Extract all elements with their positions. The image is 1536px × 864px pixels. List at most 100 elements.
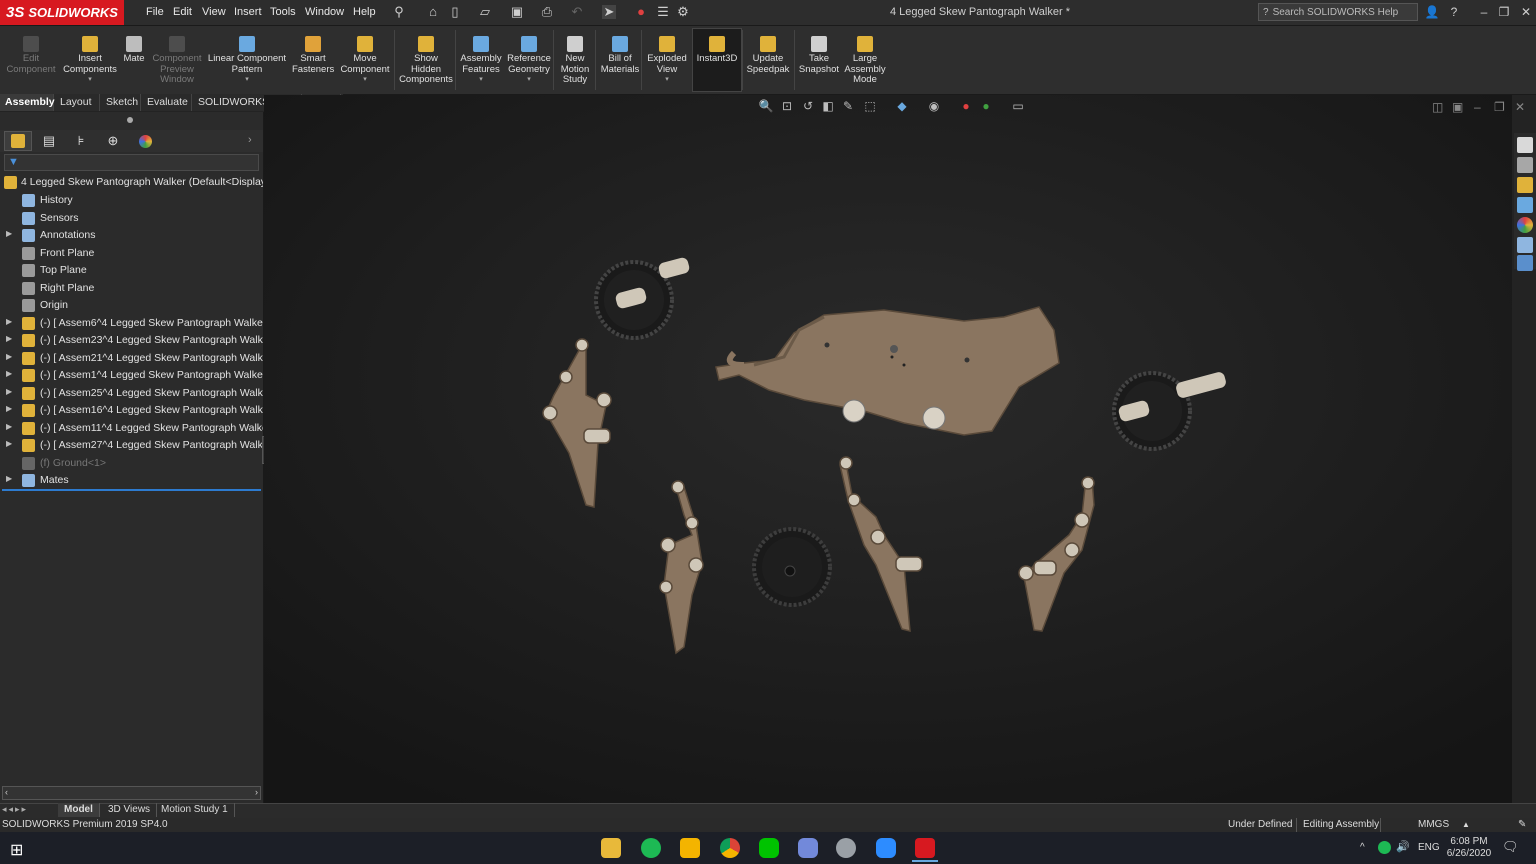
units-dropdown-icon[interactable]: ▲ [1462, 818, 1470, 832]
appearances-icon[interactable] [1517, 217, 1533, 233]
tree-item[interactable]: ▶ Annotations [0, 227, 263, 244]
options-gear-icon[interactable]: ⚙ [676, 5, 690, 19]
configuration-manager-tab[interactable]: ⊧ [67, 131, 95, 151]
clock[interactable]: 6:08 PM 6/26/2020 [1446, 836, 1492, 860]
tree-item[interactable]: Top Plane [0, 262, 263, 279]
home-icon[interactable]: ⌂ [426, 5, 440, 19]
file-explorer-icon[interactable] [1517, 177, 1533, 193]
exploded-view-button[interactable]: Exploded View ▾ [644, 28, 690, 86]
zoom-to-fit-icon[interactable]: 🔍 [758, 99, 774, 113]
file-explorer-taskbar-icon[interactable] [601, 838, 621, 858]
tree-item[interactable]: ▶ (-) [ Assem21^4 Legged Skew Pantograph … [0, 350, 263, 367]
tree-item[interactable]: ▶ (-) [ Assem11^4 Legged Skew Pantograph … [0, 420, 263, 437]
expand-arrow-icon[interactable]: ▶ [6, 317, 12, 326]
tree-horizontal-scrollbar[interactable]: ‹ › [2, 786, 261, 800]
language-indicator[interactable]: ENG [1418, 842, 1440, 853]
expand-arrow-icon[interactable]: ▶ [6, 352, 12, 361]
viewport-split-icon[interactable]: ◫ [1432, 100, 1443, 114]
panel-expand-chevron-icon[interactable]: › [248, 134, 252, 146]
new-motion-study-button[interactable]: New Motion Study [556, 28, 594, 86]
bottom-tab-3d-views[interactable]: 3D Views [102, 803, 158, 817]
minimize-icon[interactable]: – [1476, 5, 1492, 19]
bottom-tab-model[interactable]: Model [58, 803, 100, 817]
viewport-close-icon[interactable]: ✕ [1515, 100, 1525, 114]
expand-arrow-icon[interactable]: ▶ [6, 229, 12, 238]
feature-manager-tab[interactable] [4, 131, 32, 151]
new-document-icon[interactable]: ▯ [448, 5, 462, 19]
insert-components-button[interactable]: Insert Components ▾ [60, 28, 120, 86]
bottom-tab-motion-study-1[interactable]: Motion Study 1 [155, 803, 235, 817]
tree-item[interactable]: ▶ (-) [ Assem1^4 Legged Skew Pantograph W… [0, 367, 263, 384]
menu-insert[interactable]: Insert [234, 6, 262, 18]
tree-filter-input[interactable]: ▼ [4, 154, 259, 171]
reference-geometry-button[interactable]: Reference Geometry ▾ [506, 28, 552, 86]
tree-item[interactable]: (f) Ground<1> [0, 455, 263, 472]
expand-arrow-icon[interactable]: ▶ [6, 439, 12, 448]
large-assembly-mode-button[interactable]: Large Assembly Mode [842, 28, 888, 86]
view-settings-icon[interactable]: ▭ [1010, 99, 1026, 113]
zoom-taskbar-icon[interactable] [876, 838, 896, 858]
expand-arrow-icon[interactable]: ▶ [6, 334, 12, 343]
tab-scroll-arrows-icon[interactable]: ◂◂▸▸ [2, 804, 28, 815]
edit-component-button[interactable]: Edit Component [4, 28, 58, 75]
dropdown-arrow-icon[interactable]: ▾ [506, 75, 552, 86]
component-preview-window-button[interactable]: Component Preview Window [150, 28, 204, 86]
tree-item[interactable]: ▶ Mates [0, 472, 263, 489]
forum-icon[interactable] [1517, 255, 1533, 271]
solidworks-taskbar-icon[interactable] [915, 838, 935, 858]
line-taskbar-icon[interactable] [759, 838, 779, 858]
tree-item[interactable]: Front Plane [0, 245, 263, 262]
tray-chevron-icon[interactable]: ^ [1360, 842, 1365, 853]
dropdown-arrow-icon[interactable]: ▾ [644, 75, 690, 86]
tree-item[interactable]: ▶ (-) [ Assem25^4 Legged Skew Pantograph … [0, 385, 263, 402]
tray-spotify-icon[interactable] [1378, 841, 1391, 854]
undo-icon[interactable]: ↶ [570, 5, 584, 19]
save-icon[interactable]: ▣ [510, 5, 524, 19]
section-view-icon[interactable]: ◧ [820, 99, 836, 113]
tree-item[interactable]: ▶ (-) [ Assem23^4 Legged Skew Pantograph … [0, 332, 263, 349]
viewport-minimize-icon[interactable]: – [1474, 100, 1481, 114]
tree-item[interactable]: ▶ (-) [ Assem6^4 Legged Skew Pantograph W… [0, 315, 263, 332]
panel-splitter-handle[interactable] [127, 117, 133, 123]
open-folder-icon[interactable]: ▱ [478, 5, 492, 19]
tree-item[interactable]: History [0, 192, 263, 209]
select-pointer-icon[interactable]: ➤ [602, 5, 616, 19]
notifications-icon[interactable]: 🗨 [1502, 839, 1519, 855]
expand-arrow-icon[interactable]: ▶ [6, 422, 12, 431]
unit-system[interactable]: MMGS [1418, 818, 1449, 832]
update-speedpak-button[interactable]: Update Speedpak [744, 28, 792, 75]
help-question-icon[interactable]: ? [1446, 5, 1462, 19]
restore-icon[interactable]: ❐ [1496, 5, 1512, 19]
assembly-features-button[interactable]: Assembly Features ▾ [458, 28, 504, 86]
smart-fasteners-button[interactable]: Smart Fasteners [292, 28, 334, 75]
google-keep-taskbar-icon[interactable] [680, 838, 700, 858]
menu-tools[interactable]: Tools [270, 6, 296, 18]
gear-bottom[interactable] [752, 527, 832, 607]
viewport-tile-icon[interactable]: ▣ [1452, 100, 1463, 114]
dropdown-arrow-icon[interactable]: ▾ [338, 75, 392, 86]
previous-view-icon[interactable]: ↺ [800, 99, 816, 113]
scroll-left-icon[interactable]: ‹ [5, 787, 8, 797]
move-component-button[interactable]: Move Component ▾ [338, 28, 392, 86]
tab-evaluate[interactable]: Evaluate [142, 94, 192, 111]
menu-edit[interactable]: Edit [173, 6, 192, 18]
solidworks-logo[interactable]: 3S SOLIDWORKS [0, 0, 124, 25]
solidworks-resources-icon[interactable] [1517, 137, 1533, 153]
property-manager-tab[interactable]: ▤ [35, 131, 63, 151]
search-input[interactable]: ? Search SOLIDWORKS Help [1258, 3, 1418, 21]
tree-item[interactable]: Sensors [0, 210, 263, 227]
dimxpert-manager-tab[interactable]: ⊕ [99, 131, 127, 151]
user-icon[interactable]: 👤 [1424, 5, 1440, 19]
tree-item[interactable]: ▶ (-) [ Assem16^4 Legged Skew Pantograph … [0, 402, 263, 419]
instant3d-button[interactable]: Instant3D [694, 28, 740, 65]
expand-arrow-icon[interactable]: ▶ [6, 369, 12, 378]
expand-arrow-icon[interactable]: ▶ [6, 404, 12, 413]
print-icon[interactable]: ⎙ [540, 5, 554, 19]
graphics-area[interactable] [264, 95, 1512, 803]
rebuild-icon[interactable]: ● [634, 5, 648, 19]
display-manager-tab[interactable] [131, 131, 159, 151]
take-snapshot-button[interactable]: Take Snapshot [796, 28, 842, 75]
menu-window[interactable]: Window [305, 6, 344, 18]
windows-start-icon[interactable]: ⊞ [10, 840, 23, 860]
tree-item[interactable]: ▶ (-) [ Assem27^4 Legged Skew Pantograph … [0, 437, 263, 454]
